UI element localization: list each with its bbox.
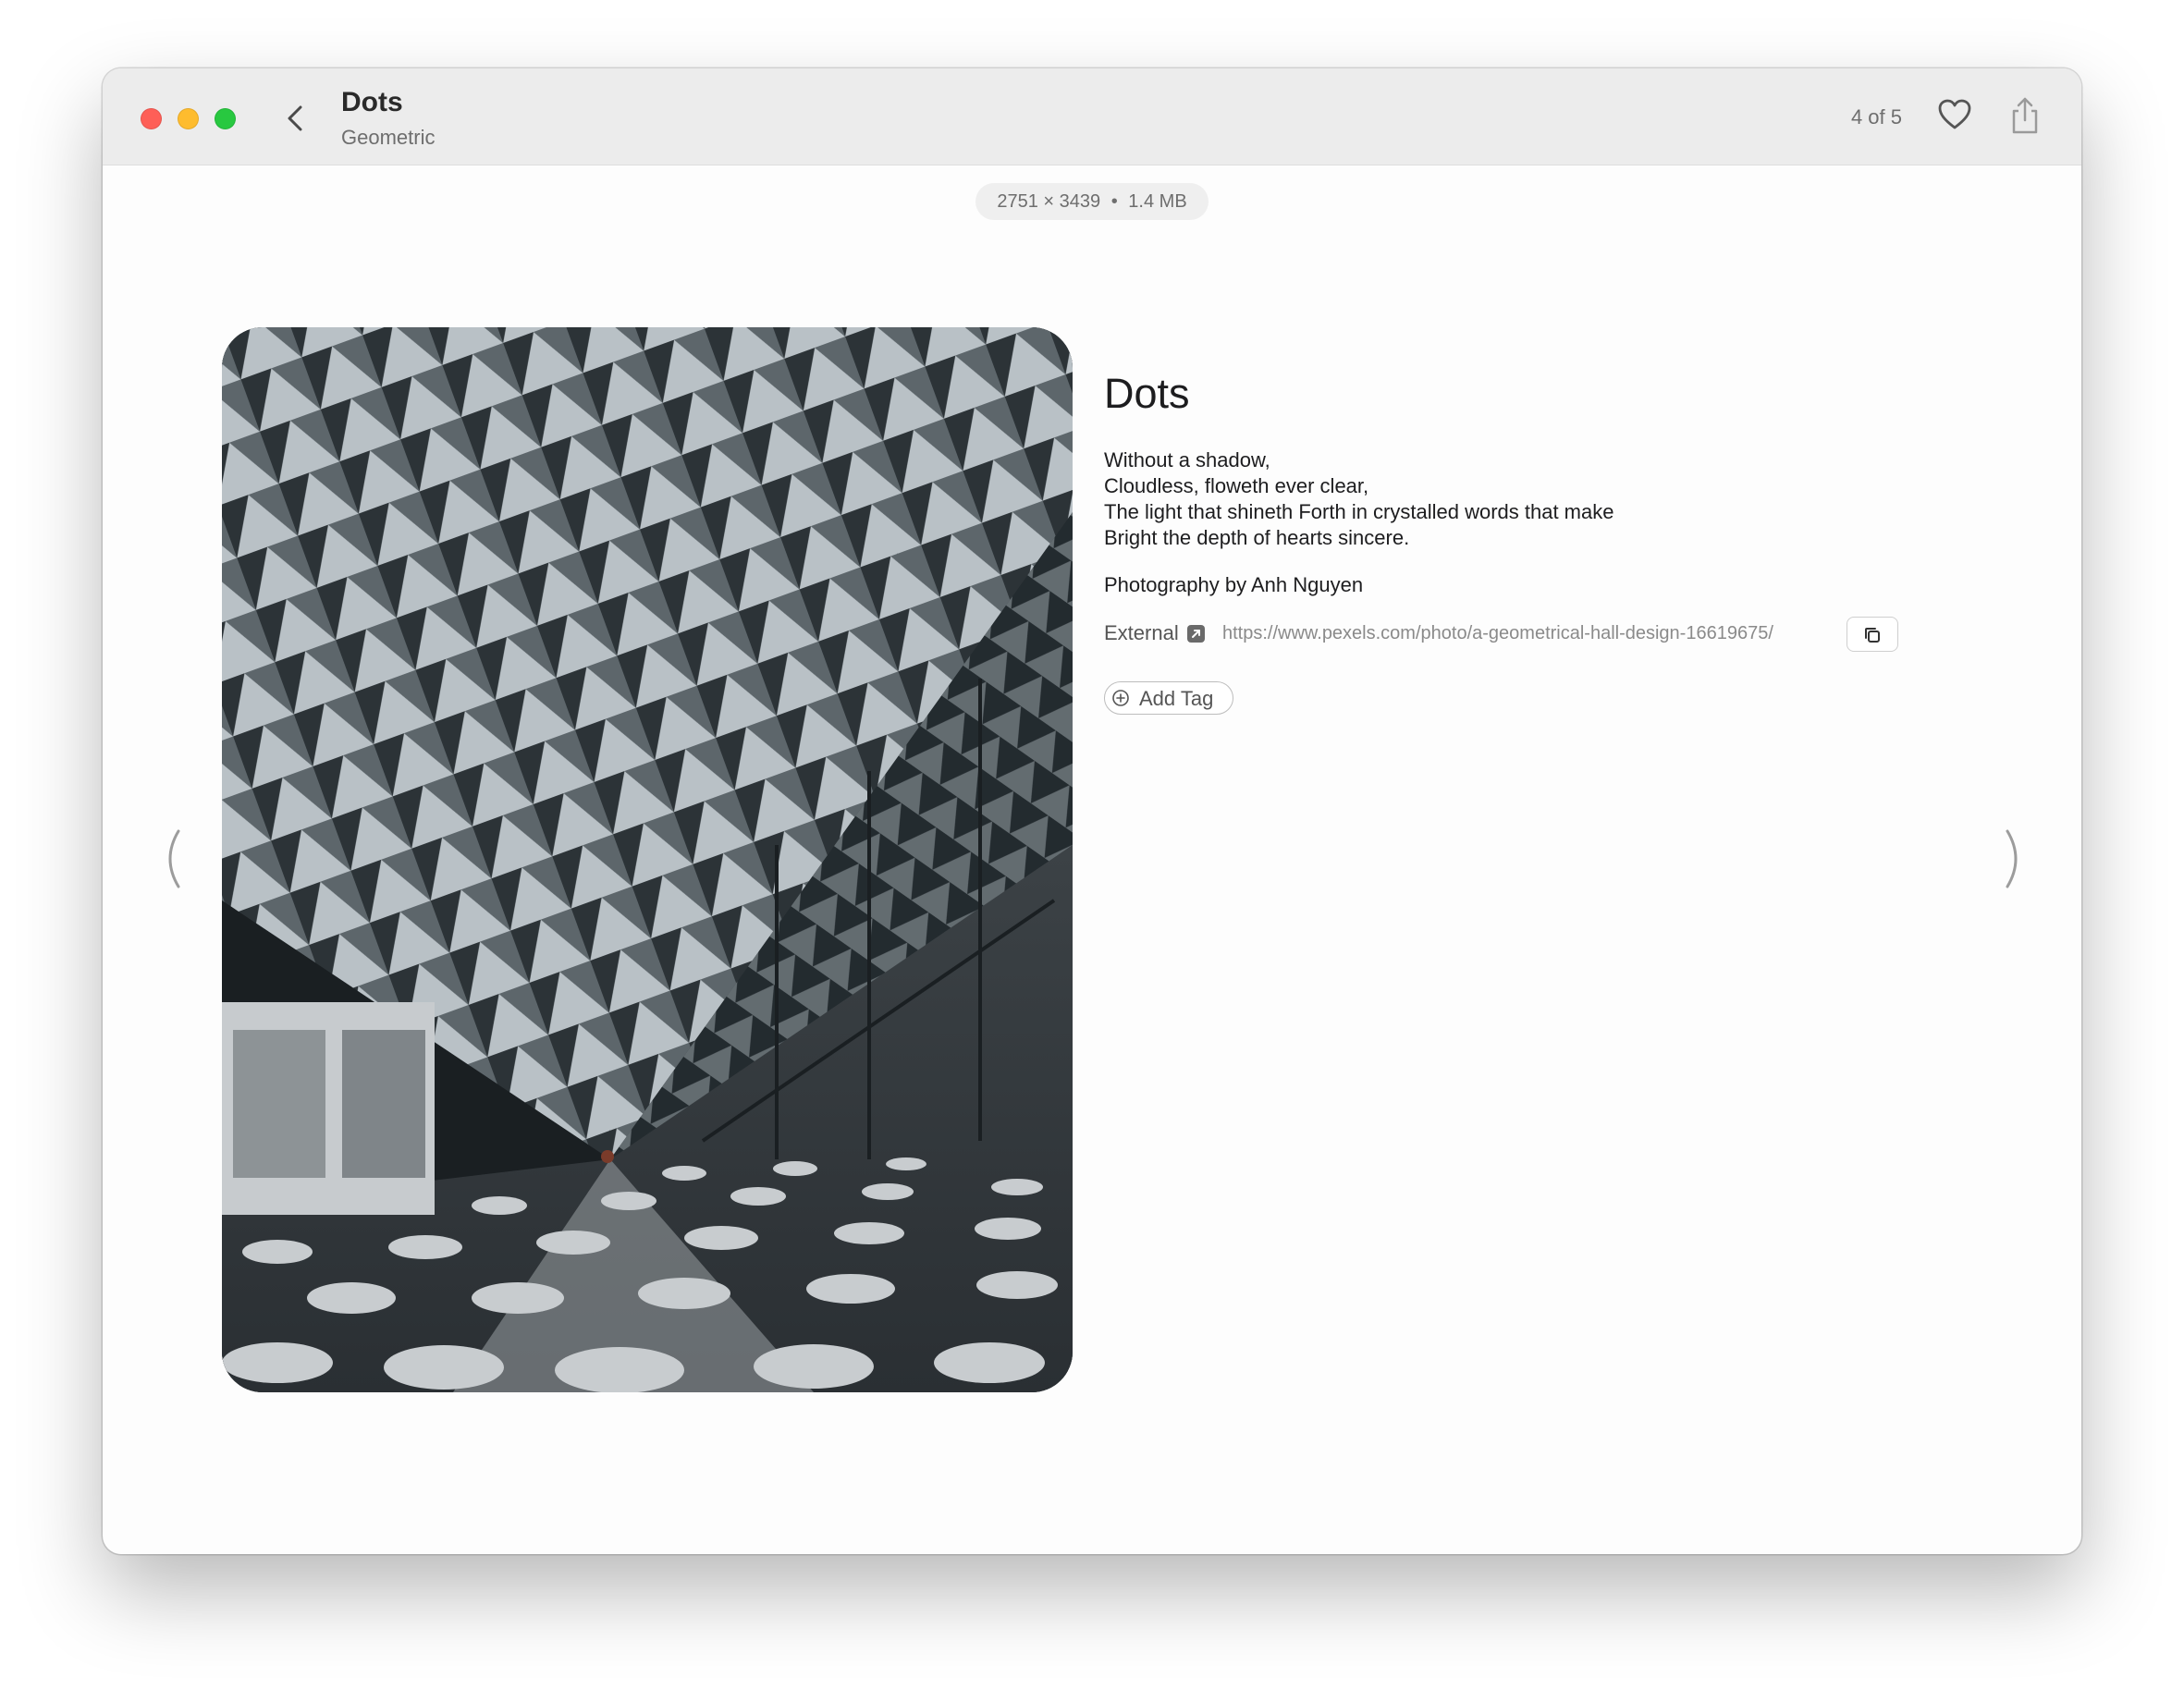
viewer-window: Dots Geometric 4 of 5 2751 × 3439 • 1.4 … (103, 68, 2081, 1554)
photo-title: Dots (1104, 370, 1190, 417)
image-height: 3439 (1059, 191, 1101, 212)
copy-icon (1865, 628, 1880, 643)
add-tag-button[interactable]: Add Tag (1104, 681, 1233, 715)
back-button[interactable] (276, 98, 317, 139)
image-counter: 4 of 5 (1850, 105, 1902, 129)
favorite-button[interactable] (1936, 96, 1973, 133)
plus-circle-icon (1112, 690, 1129, 706)
description-line: Bright the depth of hearts sincere. (1104, 526, 1410, 549)
external-label: External (1104, 621, 1179, 644)
photo-artwork (222, 327, 1073, 1392)
external-url-link[interactable]: https://www.pexels.com/photo/a-geometric… (1222, 623, 1773, 644)
chevron-left-icon (288, 105, 302, 131)
next-image-button[interactable] (2002, 827, 2028, 891)
image-file-size: 1.4 MB (1128, 191, 1187, 212)
zoom-window-button[interactable] (215, 108, 236, 129)
copy-url-button[interactable] (1847, 617, 1898, 652)
close-window-button[interactable] (141, 108, 162, 129)
share-button[interactable] (2007, 95, 2043, 136)
description-line: The light that shineth Forth in crystall… (1104, 500, 1614, 523)
window-subtitle: Geometric (341, 126, 436, 149)
window-title: Dots (341, 87, 403, 117)
separator-dot: • (1110, 191, 1118, 212)
image-width: 2751 (997, 191, 1038, 212)
chevron-left-icon (168, 829, 180, 888)
photo-credit: Photography by Anh Nguyen (1104, 573, 1364, 596)
heart-icon (1938, 99, 1971, 129)
photo-description: Without a shadow, Cloudless, floweth eve… (1104, 447, 1613, 551)
minimize-window-button[interactable] (178, 108, 199, 129)
description-line: Without a shadow, (1104, 448, 1270, 471)
share-icon (2012, 97, 2038, 134)
description-line: Cloudless, floweth ever clear, (1104, 474, 1369, 497)
photo (222, 327, 1073, 1392)
chevron-right-icon (2006, 829, 2018, 888)
external-link-icon[interactable] (1187, 625, 1205, 643)
titlebar: Dots Geometric 4 of 5 (103, 68, 2081, 165)
times-sign: × (1043, 191, 1055, 212)
image-dimensions-badge: 2751 × 3439 • 1.4 MB (975, 183, 1209, 220)
previous-image-button[interactable] (158, 827, 184, 891)
add-tag-label: Add Tag (1139, 687, 1214, 710)
